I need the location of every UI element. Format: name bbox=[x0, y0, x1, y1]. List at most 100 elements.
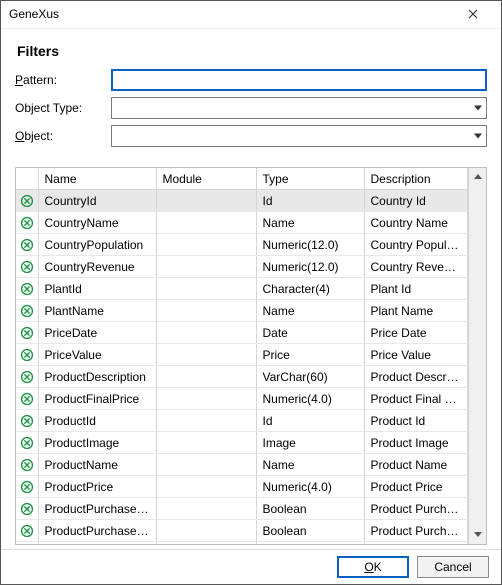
attribute-icon bbox=[16, 212, 38, 234]
cell-type: VarChar(60) bbox=[256, 366, 364, 388]
cell-module bbox=[156, 542, 256, 544]
cell-type: Price bbox=[256, 344, 364, 366]
dialog-footer: OK Cancel bbox=[1, 549, 501, 584]
vertical-scrollbar[interactable] bbox=[468, 168, 486, 544]
cell-module bbox=[156, 410, 256, 432]
cell-module bbox=[156, 432, 256, 454]
object-type-row: Object Type: bbox=[15, 97, 487, 119]
table-row[interactable]: PriceDateDatePrice Date bbox=[16, 322, 468, 344]
chevron-down-icon bbox=[474, 105, 482, 110]
cell-description: Product Id bbox=[364, 410, 468, 432]
cell-name: CountryId bbox=[38, 190, 156, 212]
col-type[interactable]: Type bbox=[256, 168, 364, 190]
cell-name: PlantId bbox=[38, 278, 156, 300]
cell-name: CountryName bbox=[38, 212, 156, 234]
cell-type: Id bbox=[256, 410, 364, 432]
cancel-button[interactable]: Cancel bbox=[417, 556, 489, 578]
table-row[interactable]: CountryNameNameCountry Name bbox=[16, 212, 468, 234]
table-row[interactable]: CountryIdIdCountry Id bbox=[16, 190, 468, 212]
attribute-icon bbox=[16, 432, 38, 454]
scroll-down-button[interactable] bbox=[469, 526, 486, 544]
attribute-icon bbox=[16, 498, 38, 520]
ok-button[interactable]: OK bbox=[337, 556, 409, 578]
pattern-label: Pattern: bbox=[15, 73, 111, 87]
cell-name: ProductId bbox=[38, 410, 156, 432]
table-row[interactable]: ProductPurchaseU...Character(3)Product P… bbox=[16, 542, 468, 544]
table-row[interactable]: ProductId IdProduct Id bbox=[16, 410, 468, 432]
cell-name: CountryPopulation bbox=[38, 234, 156, 256]
cell-type: Numeric(4.0) bbox=[256, 388, 364, 410]
table-row[interactable]: ProductNameNameProduct Name bbox=[16, 454, 468, 476]
cell-module bbox=[156, 388, 256, 410]
table-row[interactable]: PlantId Character(4)Plant Id bbox=[16, 278, 468, 300]
cell-description: Plant Id bbox=[364, 278, 468, 300]
col-module[interactable]: Module bbox=[156, 168, 256, 190]
cell-type: Name bbox=[256, 212, 364, 234]
table-row[interactable]: ProductPriceNumeric(4.0)Product Price bbox=[16, 476, 468, 498]
attribute-icon bbox=[16, 256, 38, 278]
cell-name: ProductFinalPrice bbox=[38, 388, 156, 410]
cell-module bbox=[156, 278, 256, 300]
cell-description: Product Name bbox=[364, 454, 468, 476]
cell-module bbox=[156, 212, 256, 234]
object-type-combo[interactable] bbox=[111, 97, 487, 119]
attribute-icon bbox=[16, 322, 38, 344]
attribute-icon bbox=[16, 234, 38, 256]
attribute-icon bbox=[16, 388, 38, 410]
scroll-up-button[interactable] bbox=[469, 168, 486, 186]
cell-type: Name bbox=[256, 300, 364, 322]
cell-description: Price Value bbox=[364, 344, 468, 366]
attribute-icon bbox=[16, 300, 38, 322]
table-row[interactable]: ProductImageImageProduct Image bbox=[16, 432, 468, 454]
cell-description: Product Final Pri... bbox=[364, 388, 468, 410]
object-label: Object: bbox=[15, 129, 111, 143]
col-name[interactable]: Name bbox=[38, 168, 156, 190]
cell-type: Numeric(4.0) bbox=[256, 476, 364, 498]
attribute-icon bbox=[16, 520, 38, 542]
dialog-window: GeneXus Filters Pattern: Object Type: Ob… bbox=[0, 0, 502, 585]
cell-type: Numeric(12.0) bbox=[256, 234, 364, 256]
table-row[interactable]: ProductFinalPrice Numeric(4.0)Product Fin… bbox=[16, 388, 468, 410]
cell-module bbox=[156, 322, 256, 344]
filters-heading: Filters bbox=[17, 43, 487, 59]
close-button[interactable] bbox=[453, 2, 493, 26]
cell-name: ProductPurchaseA... bbox=[38, 498, 156, 520]
table-row[interactable]: ProductDescriptionVarChar(60)Product Des… bbox=[16, 366, 468, 388]
table-row[interactable]: PriceValue PricePrice Value bbox=[16, 344, 468, 366]
dialog-content: Filters Pattern: Object Type: Object: bbox=[1, 29, 501, 549]
cell-name: PriceValue bbox=[38, 344, 156, 366]
object-row: Object: bbox=[15, 125, 487, 147]
cell-type: Boolean bbox=[256, 520, 364, 542]
table-row[interactable]: ProductPurchaseA...BooleanProduct Purcha… bbox=[16, 498, 468, 520]
cell-type: Character(3) bbox=[256, 542, 364, 544]
cell-type: Name bbox=[256, 454, 364, 476]
pattern-input[interactable] bbox=[111, 69, 487, 91]
cell-description: Product Purchas... bbox=[364, 520, 468, 542]
col-icon[interactable] bbox=[16, 168, 38, 190]
cell-module bbox=[156, 344, 256, 366]
cell-name: CountryRevenue bbox=[38, 256, 156, 278]
cell-name: PlantName bbox=[38, 300, 156, 322]
table-row[interactable]: CountryRevenueNumeric(12.0)Country Reven… bbox=[16, 256, 468, 278]
table-row[interactable]: CountryPopulationNumeric(12.0)Country Po… bbox=[16, 234, 468, 256]
table-row[interactable]: ProductPurchaseC...BooleanProduct Purcha… bbox=[16, 520, 468, 542]
cell-module bbox=[156, 366, 256, 388]
cell-description: Product Image bbox=[364, 432, 468, 454]
cell-name: PriceDate bbox=[38, 322, 156, 344]
table-row[interactable]: PlantName NamePlant Name bbox=[16, 300, 468, 322]
attribute-icon bbox=[16, 278, 38, 300]
attribute-icon bbox=[16, 454, 38, 476]
object-combo[interactable] bbox=[111, 125, 487, 147]
cell-module bbox=[156, 190, 256, 212]
attribute-icon bbox=[16, 344, 38, 366]
cell-type: Character(4) bbox=[256, 278, 364, 300]
attribute-icon bbox=[16, 542, 38, 544]
cell-module bbox=[156, 234, 256, 256]
cell-type: Image bbox=[256, 432, 364, 454]
cell-description: Plant Name bbox=[364, 300, 468, 322]
results-table: Name Module Type Description CountryIdId… bbox=[16, 168, 468, 544]
col-description[interactable]: Description bbox=[364, 168, 468, 190]
table-header-row: Name Module Type Description bbox=[16, 168, 468, 190]
cell-module bbox=[156, 520, 256, 542]
results-grid: Name Module Type Description CountryIdId… bbox=[15, 167, 487, 545]
